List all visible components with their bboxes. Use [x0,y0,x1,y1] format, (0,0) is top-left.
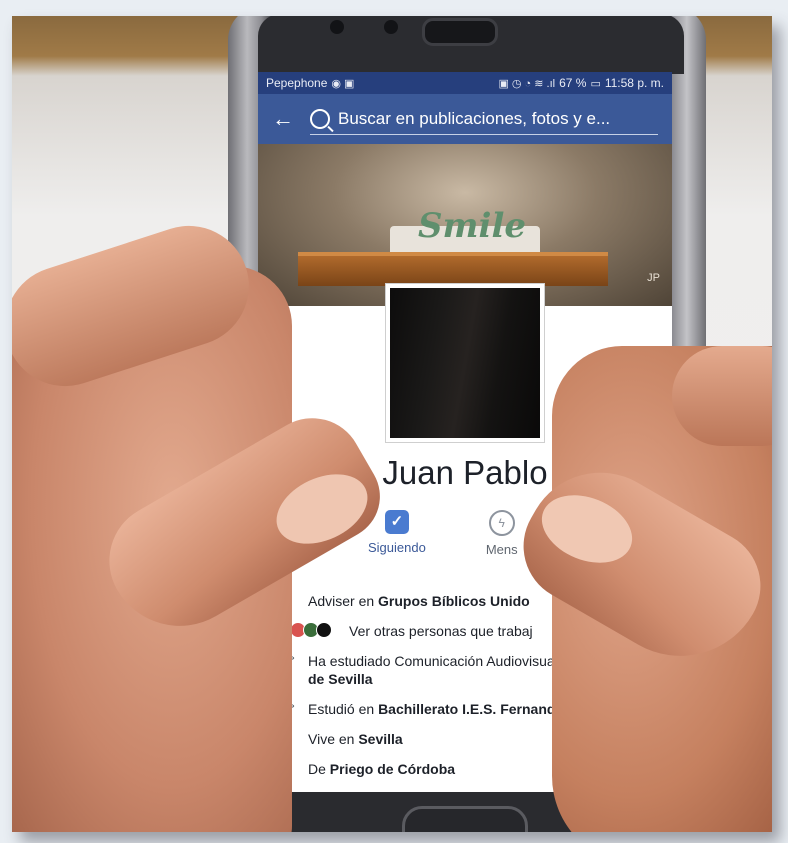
carrier-name: Pepephone [266,76,328,90]
profile-actions: ✓ Siguiendo ϟ Mens [368,510,518,557]
battery-icon: ▭ [590,77,601,90]
clock: 11:58 p. m. [604,76,664,90]
coworkers-link: Ver otras personas que trabaj [349,623,533,639]
search-icon [310,108,330,129]
status-bar: Pepephone ◉ ▣ ▣ ◷ ◔ ≋ .ıl 67 % ▭ 11:58 p… [258,72,672,94]
photo-frame: Pepephone ◉ ▣ ▣ ◷ ◔ ≋ .ıl 67 % ▭ 11:58 p… [12,16,772,832]
cover-table [298,252,608,286]
following-button[interactable]: ✓ Siguiendo [368,510,426,557]
search-input[interactable]: Buscar en publicaciones, fotos y e... [310,104,658,135]
studied-prefix: Ha estudiado Comunicación Audiovisual en [308,653,582,669]
lives-prefix: Vive en [308,731,359,747]
lives-city: Sevilla [358,731,403,747]
following-check-icon: ✓ [384,510,409,534]
profile-picture[interactable] [386,284,544,442]
front-camera-icon [330,20,344,34]
cover-initials: JP [647,272,660,284]
proximity-sensor-icon [384,20,398,34]
highschool-prefix: Estudió en [308,701,379,717]
from-prefix: De [308,761,330,777]
messenger-icon: ϟ [488,510,515,536]
message-button[interactable]: ϟ Mens [486,510,518,557]
following-label: Siguiendo [368,540,426,555]
cover-photo[interactable]: Smile JP [258,144,672,306]
work-place: Grupos Bíblicos Unido [378,593,530,609]
back-arrow-icon[interactable]: ← [272,106,294,132]
system-icons: ▣ ◷ ◔ ≋ .ıl [498,77,556,90]
search-bar: ← Buscar en publicaciones, fotos y e... [258,94,672,144]
cover-smile-sign: Smile [418,206,526,246]
from-city: Priego de Córdoba [329,761,456,777]
earpiece-speaker [422,18,498,46]
message-label: Mens [485,542,518,557]
coworker-avatars [290,622,332,638]
search-placeholder: Buscar en publicaciones, fotos y e... [338,108,611,128]
notification-icons: ◉ ▣ [331,77,355,90]
phone-home-button[interactable] [402,806,528,832]
right-index-finger [672,346,772,446]
battery-level: 67 % [559,76,587,90]
work-prefix: Adviser en [308,593,379,609]
